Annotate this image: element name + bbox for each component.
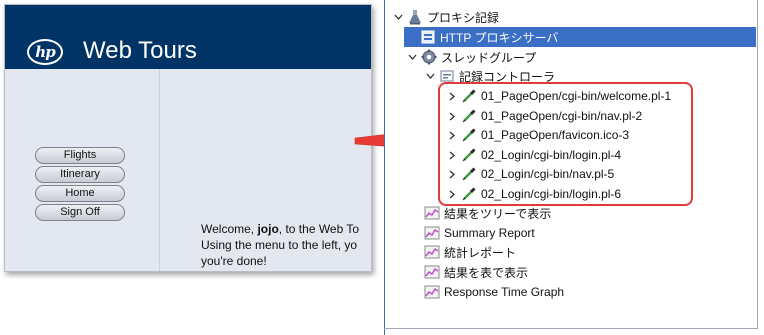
tree-border-right <box>757 0 758 329</box>
sampler-label: 02_Login/cgi-bin/nav.pl-5 <box>481 167 615 181</box>
chevron-right-icon[interactable] <box>446 110 458 122</box>
chevron-right-icon[interactable] <box>446 129 458 141</box>
welcome-message: Welcome, jojo, to the Web To Using the m… <box>201 221 371 269</box>
welcome-line-3: you're done! <box>201 254 267 268</box>
tree-node-sampler[interactable]: 01_PageOpen/favicon.ico-3 <box>446 125 629 145</box>
tree-node-sampler[interactable]: 02_Login/cgi-bin/login.pl-4 <box>446 145 621 165</box>
graph-icon <box>424 264 440 280</box>
gear-icon <box>421 49 437 65</box>
tree-node-listener[interactable]: 結果を表で表示 <box>424 262 528 282</box>
listener-label: Response Time Graph <box>444 285 565 299</box>
tree-node-sampler[interactable]: 02_Login/cgi-bin/nav.pl-5 <box>446 164 614 184</box>
pipette-icon <box>461 147 477 163</box>
sampler-label: 02_Login/cgi-bin/login.pl-6 <box>481 187 622 201</box>
tree-node-recording-controller[interactable]: 記録コントローラ <box>424 66 555 86</box>
proxy-server-icon <box>420 29 436 45</box>
webtours-window: hp Web Tours Flights Itinerary Home Sign… <box>4 4 372 272</box>
listener-label: 結果を表で表示 <box>444 265 529 280</box>
home-button[interactable]: Home <box>35 185 125 202</box>
graph-icon <box>424 244 440 260</box>
graph-icon <box>424 284 440 300</box>
chevron-right-icon[interactable] <box>446 149 458 161</box>
chevron-right-icon[interactable] <box>446 90 458 102</box>
graph-icon <box>424 225 440 241</box>
tree-node-label: HTTP プロキシサーバ <box>440 30 559 45</box>
tree-node-sampler[interactable]: 02_Login/cgi-bin/login.pl-6 <box>446 184 621 204</box>
webtours-title: Web Tours <box>83 37 197 64</box>
listener-label: 統計レポート <box>444 245 517 260</box>
webtours-content: Welcome, jojo, to the Web To Using the m… <box>161 69 371 271</box>
welcome-username: jojo <box>257 222 279 236</box>
pipette-icon <box>461 108 477 124</box>
flask-icon <box>407 9 423 25</box>
tree-node-label: 記録コントローラ <box>459 69 556 84</box>
graph-icon <box>424 205 440 221</box>
sampler-label: 02_Login/cgi-bin/login.pl-4 <box>481 148 622 162</box>
sampler-label: 01_PageOpen/cgi-bin/nav.pl-2 <box>481 109 643 123</box>
tree-node-listener[interactable]: Response Time Graph <box>424 282 564 302</box>
tree-node-sampler[interactable]: 01_PageOpen/cgi-bin/nav.pl-2 <box>446 106 642 126</box>
sampler-label: 01_PageOpen/cgi-bin/welcome.pl-1 <box>481 89 672 103</box>
sign-off-button[interactable]: Sign Off <box>35 204 125 221</box>
pipette-icon <box>461 127 477 143</box>
tree-node-proxy-recorder[interactable]: プロキシ記録 <box>392 7 499 27</box>
welcome-prefix: Welcome, <box>201 222 258 236</box>
chevron-right-icon[interactable] <box>446 168 458 180</box>
chevron-down-icon[interactable] <box>406 51 418 63</box>
flights-button[interactable]: Flights <box>35 147 125 164</box>
hp-logo[interactable]: hp <box>27 39 63 65</box>
chevron-right-icon[interactable] <box>446 188 458 200</box>
tree-border-bottom <box>384 328 758 329</box>
tree-node-http-proxy-server[interactable]: HTTP プロキシサーバ <box>404 27 756 47</box>
webtours-sidebar: Flights Itinerary Home Sign Off <box>5 69 160 271</box>
listener-label: Summary Report <box>444 226 535 240</box>
tree-node-listener[interactable]: 結果をツリーで表示 <box>424 203 551 223</box>
itinerary-button[interactable]: Itinerary <box>35 166 125 183</box>
tree-node-label: プロキシ記録 <box>427 10 500 25</box>
tree-node-thread-group[interactable]: スレッドグループ <box>406 47 536 67</box>
controller-icon <box>439 68 455 84</box>
welcome-line-1: Welcome, jojo, to the Web To <box>201 221 371 237</box>
sampler-label: 01_PageOpen/favicon.ico-3 <box>481 128 630 142</box>
tree-node-listener[interactable]: Summary Report <box>424 223 535 243</box>
listener-label: 結果をツリーで表示 <box>444 206 552 221</box>
welcome-suffix: , to the Web To <box>278 222 360 236</box>
tree-node-label: スレッドグループ <box>441 50 537 65</box>
welcome-line-2: Using the menu to the left, yo <box>201 238 358 252</box>
webtours-header: hp Web Tours <box>5 5 371 69</box>
chevron-down-icon[interactable] <box>424 70 436 82</box>
chevron-down-icon[interactable] <box>392 11 404 23</box>
pipette-icon <box>461 186 477 202</box>
tree-node-sampler[interactable]: 01_PageOpen/cgi-bin/welcome.pl-1 <box>446 86 671 106</box>
hp-logo-text: hp <box>35 42 55 61</box>
pipette-icon <box>461 88 477 104</box>
pipette-icon <box>461 166 477 182</box>
tree-node-listener[interactable]: 統計レポート <box>424 242 516 262</box>
